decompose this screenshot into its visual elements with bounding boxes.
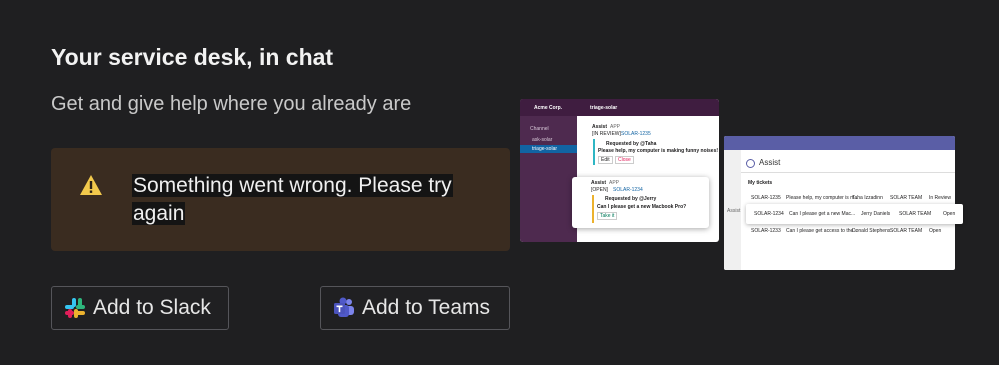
- ticket-id[interactable]: SOLAR-1234: [754, 211, 784, 217]
- close-button[interactable]: Close: [615, 156, 634, 164]
- take-it-button[interactable]: Take it: [597, 212, 618, 220]
- slack-workspace-name: Acme Corp.: [534, 105, 563, 111]
- ticket-link[interactable]: SOLAR-1235: [621, 131, 651, 137]
- ticket-link[interactable]: SOLAR-1234: [613, 187, 643, 193]
- message-sender: Assist: [591, 180, 607, 186]
- ticket-assignee: Donald Stephens: [852, 228, 891, 234]
- add-to-teams-label: Add to Teams: [362, 296, 491, 319]
- add-to-teams-button[interactable]: Add to Teams: [320, 286, 510, 330]
- slack-sidebar: [520, 99, 577, 242]
- add-to-slack-button[interactable]: Add to Slack: [51, 286, 229, 330]
- ticket-id[interactable]: SOLAR-1235: [751, 195, 781, 201]
- ticket-id[interactable]: SOLAR-1233: [751, 228, 781, 234]
- teams-ticket-row-highlighted[interactable]: SOLAR-1234 Can I please get a new Mac...…: [746, 204, 963, 224]
- slack-sidebar-header: Channel: [530, 126, 549, 132]
- ticket-team: SOLAR TEAM: [890, 228, 923, 234]
- my-tickets-heading: My tickets: [748, 180, 773, 186]
- requested-by: Requested by @Jerry: [605, 196, 657, 202]
- app-badge: APP: [610, 124, 621, 130]
- ticket-status: [OPEN]: [591, 187, 608, 193]
- ticket-assignee: Taha Izzadinn: [852, 195, 883, 201]
- slack-sidebar-item[interactable]: triage-solar: [532, 146, 557, 152]
- slack-icon: [64, 297, 86, 319]
- page-subtitle: Get and give help where you already are: [51, 93, 412, 115]
- ticket-team: SOLAR TEAM: [899, 211, 932, 217]
- assist-logo-icon: [746, 159, 755, 168]
- teams-icon: [333, 297, 355, 319]
- requested-by: Requested by @Taha: [606, 141, 657, 147]
- page-title: Your service desk, in chat: [51, 44, 334, 70]
- ticket-team: SOLAR TEAM: [890, 195, 923, 201]
- ticket-status: In Review: [929, 195, 951, 201]
- message-body: Can I please get a new Macbook Pro?: [597, 204, 687, 210]
- message-accent-bar: [593, 139, 595, 165]
- ticket-summary: Can I please get access to the...: [786, 228, 858, 234]
- app-badge: APP: [609, 180, 620, 186]
- slack-sidebar-item[interactable]: ask-solar: [532, 137, 552, 143]
- add-to-slack-label: Add to Slack: [93, 296, 211, 319]
- error-alert: Something went wrong. Please try again: [51, 148, 510, 251]
- teams-preview: Assist Assist My tickets SOLAR-1235 Plea…: [724, 136, 955, 270]
- slack-message-card: Assist APP [OPEN] SOLAR-1234 Requested b…: [572, 177, 709, 228]
- ticket-summary: Please help, my computer is m...: [786, 195, 859, 201]
- teams-topbar: [724, 136, 955, 150]
- ticket-assignee: Jerry Daniels: [861, 211, 891, 217]
- teams-app-name: Assist: [759, 158, 781, 167]
- ticket-status: [IN REVIEW]: [592, 131, 621, 137]
- ticket-summary: Can I please get a new Mac...: [789, 211, 856, 217]
- teams-rail-label: Assist: [727, 208, 741, 214]
- alert-message: Something went wrong. Please try again: [132, 174, 453, 225]
- message-body: Please help, my computer is making funny…: [598, 148, 719, 154]
- warning-icon: [79, 174, 103, 196]
- slack-channel-name: triage-solar: [590, 105, 618, 111]
- message-accent-bar: [592, 195, 594, 223]
- ticket-status: Open: [929, 228, 942, 234]
- edit-button[interactable]: Edit: [598, 156, 613, 164]
- ticket-status: Open: [943, 211, 956, 217]
- message-sender: Assist: [592, 124, 608, 130]
- divider: [741, 172, 955, 173]
